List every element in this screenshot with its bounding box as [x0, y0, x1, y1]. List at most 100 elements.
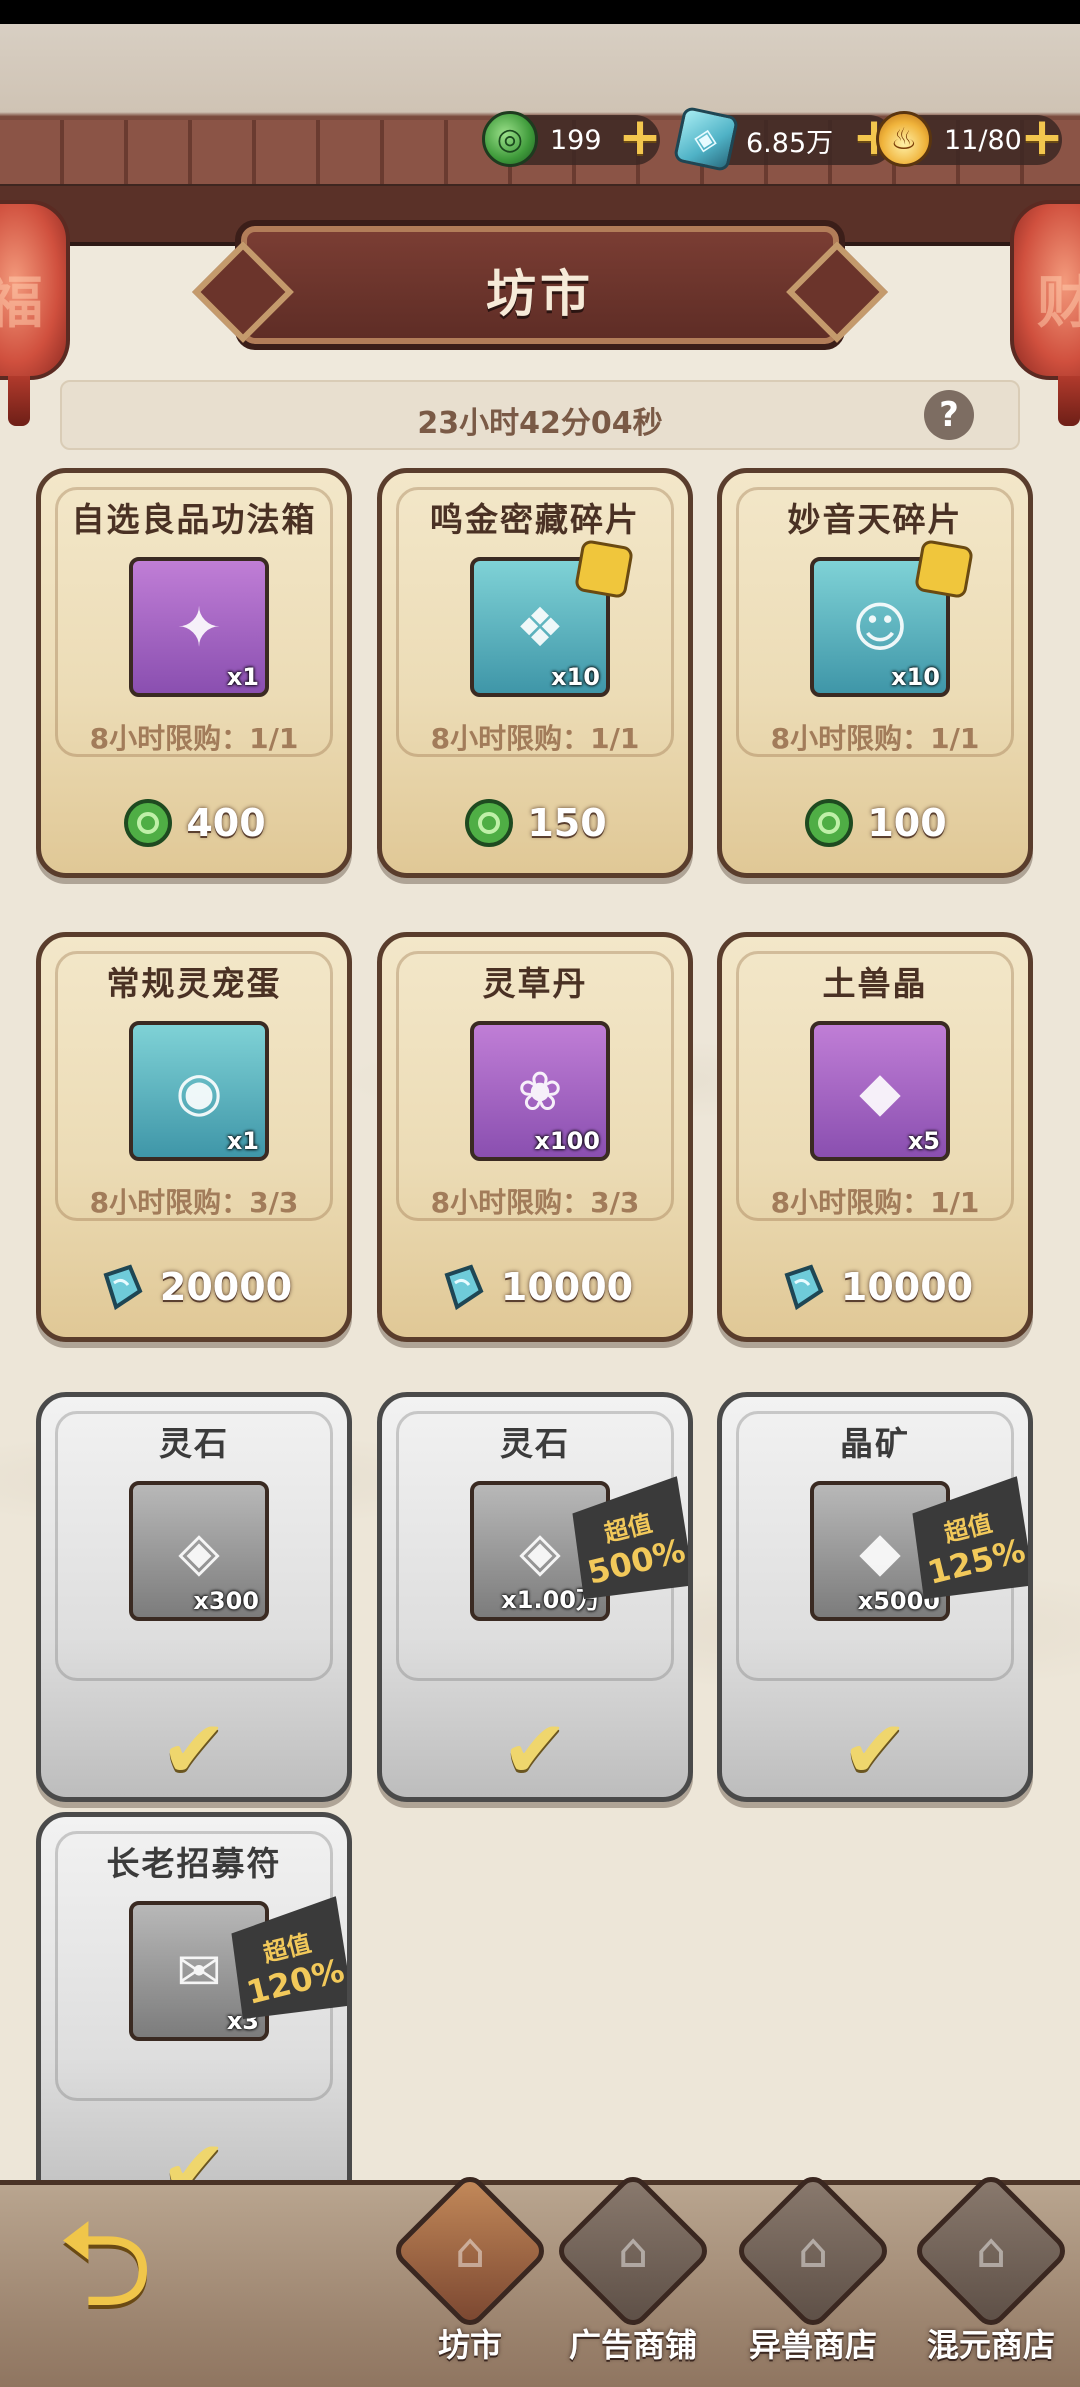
page-title: 坊市 [486, 265, 594, 323]
item-name: 长老招募符 [106, 1844, 282, 1883]
herb-pill-icon: ❀ [517, 1059, 563, 1123]
purchase-limit: 8小时限购：1/1 [430, 722, 640, 755]
currency-jade: ◎ 199 + [482, 111, 662, 167]
jade-coin-icon [124, 799, 173, 847]
pagoda-emblem-icon: ⌂ [389, 2170, 551, 2332]
lantern-tassel [8, 376, 30, 426]
item-name: 灵石 [500, 1424, 570, 1463]
pagoda-emblem-icon: ⌂ [910, 2170, 1072, 2332]
price-value: 20000 [159, 1265, 293, 1309]
purchase-limit: 8小时限购：1/1 [89, 722, 299, 755]
purchase-limit: 8小时限购：1/1 [770, 722, 980, 755]
currency-spirit-stone: ◈ 6.85万 + [672, 105, 896, 173]
shop-item-card: 灵石 ◈ x300 ✔ [36, 1392, 352, 1802]
puzzle-piece-icon [573, 538, 635, 600]
tab-ad-shop[interactable]: ⌂ 广告商铺 [548, 2170, 718, 2380]
tab-hunyuan-shop[interactable]: ⌂ 混元商店 [906, 2170, 1076, 2380]
spirit-stone-icon [444, 1264, 484, 1311]
status-bar [0, 0, 1080, 24]
price-value: 150 [527, 801, 607, 845]
add-jade-button[interactable]: + [618, 111, 662, 163]
item-icon-frame[interactable]: ◉ x1 [129, 1021, 269, 1161]
price-value: 10000 [840, 1265, 974, 1309]
spirit-stone-icon [784, 1264, 824, 1311]
refresh-timer: 23小时42分04秒 [417, 406, 663, 441]
treasure-chest-icon: ✦ [176, 595, 222, 659]
price-value: 10000 [500, 1265, 634, 1309]
item-icon-frame[interactable]: ◆ x5 [810, 1021, 950, 1161]
price-value: 400 [186, 801, 266, 845]
item-quantity: x10 [551, 663, 600, 691]
add-stamina-button[interactable]: + [1020, 111, 1064, 163]
pagoda-emblem-icon: ⌂ [732, 2170, 894, 2332]
item-icon-frame[interactable]: ❀ x100 [470, 1021, 610, 1161]
shop-item-card[interactable]: 鸣金密藏碎片 ❖ x10 8小时限购：1/1 150 [377, 468, 693, 878]
item-icon-frame[interactable]: ✦ x1 [129, 557, 269, 697]
spirit-stone-icon: ◈ [672, 105, 740, 173]
buy-button[interactable]: 150 [382, 793, 688, 853]
shop-item-card[interactable]: 妙音天碎片 ☺ x10 8小时限购：1/1 100 [717, 468, 1033, 878]
item-name: 妙音天碎片 [787, 500, 963, 539]
item-name: 灵石 [159, 1424, 229, 1463]
checkmark-icon: ✔ [501, 1703, 569, 1796]
back-arrow-icon[interactable]: ⮌ [30, 2200, 180, 2330]
shop-item-card: 长老招募符 ✉ x3 超值 120% ✔ [36, 1812, 352, 2222]
item-name: 常规灵宠蛋 [106, 964, 282, 1003]
crystal-ore-icon: ◆ [859, 1519, 901, 1583]
price-value: 100 [867, 801, 947, 845]
lantern-left: 福 [0, 200, 70, 426]
flame-icon: ♨ [876, 111, 932, 167]
hero-portrait-icon: ☺ [851, 595, 909, 659]
buy-button[interactable]: 100 [722, 793, 1028, 853]
shop-item-card[interactable]: 土兽晶 ◆ x5 8小时限购：1/1 10000 [717, 932, 1033, 1342]
lantern-right: 财 [1010, 200, 1080, 426]
item-quantity: x5 [907, 1127, 940, 1155]
shop-item-card: 灵石 ◈ x1.00万 超值 500% ✔ [377, 1392, 693, 1802]
purchase-limit: 8小时限购：3/3 [89, 1186, 299, 1219]
item-name: 晶矿 [840, 1424, 910, 1463]
buy-button[interactable]: 400 [41, 793, 347, 853]
currency-stamina: ♨ 11/80 + [876, 111, 1064, 167]
recruit-talisman-icon: ✉ [176, 1939, 222, 2003]
item-name: 灵草丹 [482, 964, 588, 1003]
title-plaque: 坊市 [235, 220, 845, 350]
item-quantity: x1 [226, 663, 259, 691]
spirit-stone-icon: ◈ [178, 1519, 220, 1583]
puzzle-piece-icon [913, 538, 975, 600]
item-name: 自选良品功法箱 [71, 500, 317, 539]
jade-coin-icon: ◎ [482, 111, 538, 167]
lantern-char: 福 [0, 271, 43, 336]
tab-beast-shop[interactable]: ⌂ 异兽商店 [728, 2170, 898, 2380]
item-quantity: x10 [891, 663, 940, 691]
pagoda-emblem-icon: ⌂ [552, 2170, 714, 2332]
tab-label: 广告商铺 [568, 2326, 697, 2364]
lantern-tassel [1058, 376, 1080, 426]
book-fragment-icon: ❖ [515, 595, 565, 659]
shop-item-card[interactable]: 灵草丹 ❀ x100 8小时限购：3/3 10000 [377, 932, 693, 1342]
jade-coin-icon [465, 799, 514, 847]
buy-button[interactable]: 10000 [382, 1257, 688, 1317]
buy-button[interactable]: 20000 [41, 1257, 347, 1317]
item-quantity: x100 [534, 1127, 600, 1155]
checkmark-icon: ✔ [160, 1703, 228, 1796]
buy-button[interactable]: 10000 [722, 1257, 1028, 1317]
item-quantity: x1 [226, 1127, 259, 1155]
help-icon[interactable]: ? [924, 390, 974, 440]
shop-item-card: 晶矿 ◆ x5000 超值 125% ✔ [717, 1392, 1033, 1802]
item-icon-frame[interactable]: ◈ x300 [129, 1481, 269, 1621]
tab-label: 混元商店 [926, 2326, 1055, 2364]
earth-crystal-icon: ◆ [859, 1059, 901, 1123]
checkmark-icon: ✔ [841, 1703, 909, 1796]
item-quantity: x300 [193, 1587, 259, 1615]
item-name: 土兽晶 [822, 964, 928, 1003]
jade-coin-icon [805, 799, 854, 847]
shop-item-card[interactable]: 常规灵宠蛋 ◉ x1 8小时限购：3/3 20000 [36, 932, 352, 1342]
refresh-timer-bar: 23小时42分04秒 ? [60, 380, 1020, 450]
shop-item-card[interactable]: 自选良品功法箱 ✦ x1 8小时限购：1/1 400 [36, 468, 352, 878]
lantern-char: 财 [1037, 271, 1080, 336]
pet-egg-icon: ◉ [175, 1059, 223, 1123]
item-name: 鸣金密藏碎片 [430, 500, 640, 539]
spirit-stone-icon [103, 1264, 143, 1311]
purchase-limit: 8小时限购：3/3 [430, 1186, 640, 1219]
purchase-limit: 8小时限购：1/1 [770, 1186, 980, 1219]
